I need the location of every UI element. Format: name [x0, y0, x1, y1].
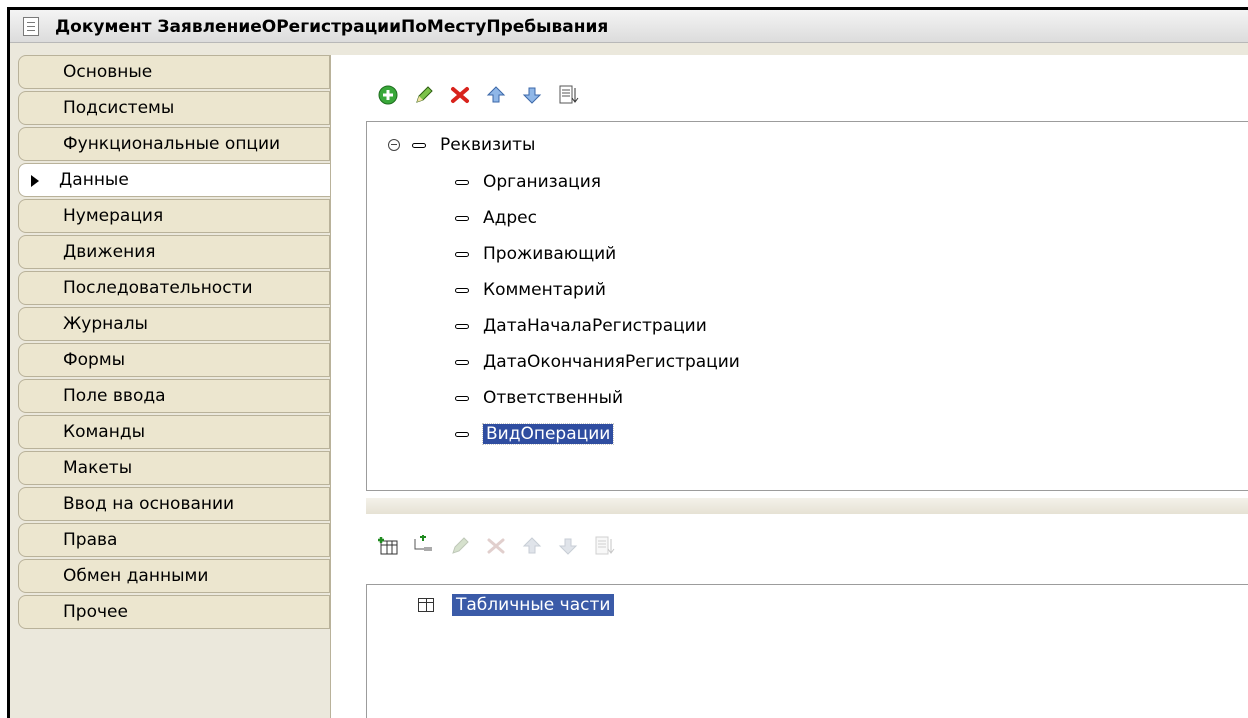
tree-item-label: Организация — [483, 172, 601, 192]
tab-forms[interactable]: Формы — [18, 343, 330, 377]
tree-item-label: ДатаНачалаРегистрации — [483, 316, 707, 336]
tree-item-label: Ответственный — [483, 388, 624, 408]
tree-item-label: ДатаОкончанияРегистрации — [483, 352, 740, 372]
attribute-icon — [455, 287, 469, 293]
tabular-toolbar — [376, 534, 616, 558]
tree-root-attributes[interactable]: Реквизиты — [388, 135, 535, 155]
tab-label: Формы — [63, 350, 126, 370]
delete-button[interactable] — [484, 534, 508, 558]
tab-functional-options[interactable]: Функциональные опции — [18, 127, 330, 161]
delete-icon — [487, 538, 505, 554]
tab-rights[interactable]: Права — [18, 523, 330, 557]
tab-main[interactable]: Основные — [18, 55, 330, 89]
add-column-button[interactable] — [412, 534, 436, 558]
tab-numbering[interactable]: Нумерация — [18, 199, 330, 233]
move-down-icon — [522, 87, 542, 104]
tab-label: Движения — [63, 242, 156, 262]
attributes-toolbar — [376, 83, 580, 107]
move-up-button[interactable] — [520, 534, 544, 558]
attribute-icon — [455, 323, 469, 329]
tab-input-field[interactable]: Поле ввода — [18, 379, 330, 413]
tab-label: Прочее — [63, 602, 128, 622]
attribute-icon — [455, 431, 469, 437]
delete-button[interactable] — [448, 83, 472, 107]
edit-button[interactable] — [448, 534, 472, 558]
move-up-icon — [522, 537, 542, 554]
add-icon — [378, 85, 398, 105]
attribute-icon — [455, 251, 469, 257]
attribute-icon — [412, 142, 426, 148]
tree-item-label: Комментарий — [483, 280, 606, 300]
tree-item[interactable]: ДатаОкончанияРегистрации — [455, 352, 740, 372]
attribute-icon — [455, 215, 469, 221]
tab-sequences[interactable]: Последовательности — [18, 271, 330, 305]
add-column-icon — [414, 535, 432, 551]
move-up-button[interactable] — [484, 83, 508, 107]
tab-label: Журналы — [63, 314, 148, 334]
tab-label: Последовательности — [63, 278, 253, 298]
tree-item[interactable]: Ответственный — [455, 388, 623, 408]
tree-item-label: ВидОперации — [481, 423, 615, 445]
sort-icon — [595, 536, 615, 555]
tab-label: Подсистемы — [63, 98, 175, 118]
tab-commands[interactable]: Команды — [18, 415, 330, 449]
tab-label: Функциональные опции — [63, 134, 281, 154]
tab-subsystems[interactable]: Подсистемы — [18, 91, 330, 125]
delete-icon — [451, 87, 469, 103]
add-button[interactable] — [376, 83, 400, 107]
sort-button[interactable] — [592, 534, 616, 558]
sort-button[interactable] — [556, 83, 580, 107]
sort-icon — [559, 85, 579, 104]
tab-templates[interactable]: Макеты — [18, 451, 330, 485]
tab-movements[interactable]: Движения — [18, 235, 330, 269]
attribute-icon — [455, 395, 469, 401]
tab-label: Ввод на основании — [63, 494, 235, 514]
move-down-icon — [558, 538, 578, 555]
tab-label: Обмен данными — [63, 566, 209, 586]
tab-list: Основные Подсистемы Функциональные опции… — [18, 55, 332, 631]
collapse-icon[interactable] — [388, 139, 400, 151]
tree-root-label: Реквизиты — [440, 135, 536, 155]
tab-other[interactable]: Прочее — [18, 595, 330, 629]
tree-item-label: Адрес — [483, 208, 537, 228]
tab-label: Поле ввода — [63, 386, 166, 406]
add-table-button[interactable] — [376, 534, 400, 558]
tab-journals[interactable]: Журналы — [18, 307, 330, 341]
table-icon — [418, 598, 434, 612]
tab-input-by-basis[interactable]: Ввод на основании — [18, 487, 330, 521]
document-icon — [23, 17, 39, 36]
edit-button[interactable] — [412, 83, 436, 107]
tab-label: Команды — [63, 422, 146, 442]
tab-label: Макеты — [63, 458, 133, 478]
add-table-icon — [378, 537, 398, 555]
tab-data[interactable]: Данные — [18, 163, 332, 197]
tree-item[interactable]: Адрес — [455, 208, 537, 228]
tree-item[interactable]: Проживающий — [455, 244, 616, 264]
tab-label: Основные — [63, 62, 153, 82]
tab-label: Права — [63, 530, 118, 550]
tree-root-tabular-sections[interactable]: Табличные части — [418, 594, 615, 616]
attribute-icon — [455, 179, 469, 185]
attribute-icon — [455, 359, 469, 365]
window-title: Документ ЗаявлениеОРегистрацииПоМестуПре… — [55, 17, 609, 37]
tab-data-exchange[interactable]: Обмен данными — [18, 559, 330, 593]
window-titlebar: Документ ЗаявлениеОРегистрацииПоМестуПре… — [10, 10, 1248, 43]
tab-label: Данные — [59, 170, 129, 190]
move-up-icon — [486, 86, 506, 103]
tab-label: Нумерация — [63, 206, 164, 226]
tree-item[interactable]: Комментарий — [455, 280, 606, 300]
tree-item-selected[interactable]: ВидОперации — [455, 423, 615, 445]
edit-icon — [452, 537, 469, 554]
active-tab-arrow-icon — [31, 175, 39, 187]
tree-root-label: Табличные части — [452, 594, 615, 616]
move-down-button[interactable] — [556, 534, 580, 558]
tree-item[interactable]: ДатаНачалаРегистрации — [455, 316, 707, 336]
tree-item[interactable]: Организация — [455, 172, 601, 192]
move-down-button[interactable] — [520, 83, 544, 107]
panel-splitter[interactable] — [366, 498, 1248, 514]
tree-item-label: Проживающий — [483, 244, 617, 264]
edit-icon — [416, 86, 433, 103]
